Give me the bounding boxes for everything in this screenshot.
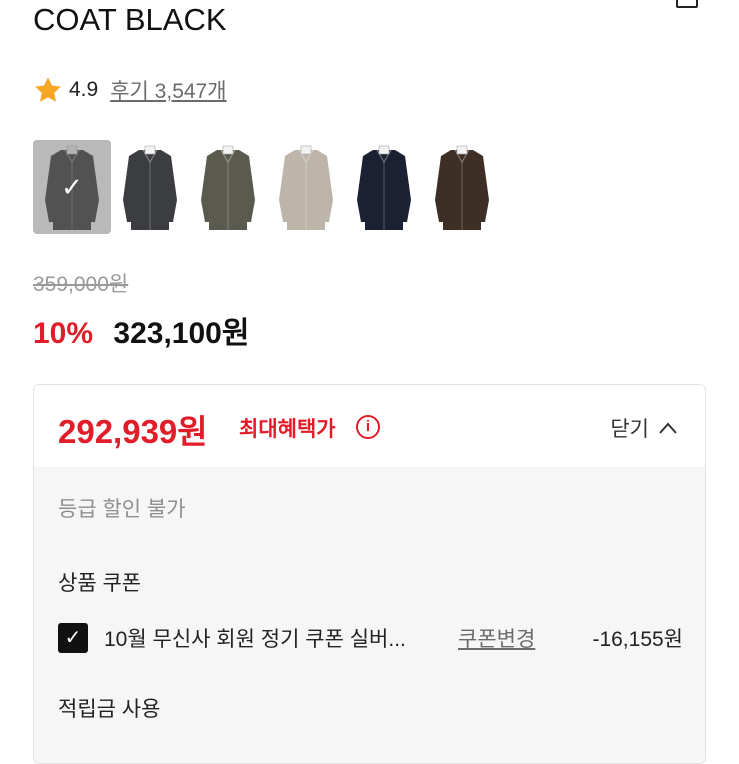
coat-thumbnail [357, 145, 411, 230]
coupon-amount: -16,155원 [592, 628, 683, 651]
sale-price: 323,100원 [113, 317, 250, 350]
benefit-panel: 292,939원 최대혜택가 i 닫기 등급 할인 불가 상품 쿠폰 ✓ 10월… [33, 384, 706, 764]
discount-rate: 10% [33, 317, 94, 350]
coupon-row: ✓ 10월 무신사 회원 정기 쿠폰 실버... 쿠폰변경 -16,155원 [58, 621, 683, 655]
coupon-checkbox[interactable]: ✓ [58, 623, 88, 653]
benefit-body: 등급 할인 불가 상품 쿠폰 ✓ 10월 무신사 회원 정기 쿠폰 실버... … [34, 467, 705, 763]
color-swatch-list: ✓ [33, 140, 501, 234]
product-title: COAT BLACK [33, 2, 227, 37]
color-swatch[interactable] [267, 140, 345, 234]
color-swatch[interactable] [423, 140, 501, 234]
chevron-up-icon [659, 422, 677, 434]
color-swatch[interactable] [111, 140, 189, 234]
rating-value: 4.9 [69, 78, 99, 101]
change-coupon-link[interactable]: 쿠폰변경 [458, 623, 535, 653]
points-heading: 적립금 사용 [58, 698, 161, 721]
color-swatch[interactable] [345, 140, 423, 234]
color-swatch[interactable] [189, 140, 267, 234]
original-price: 359,000원 [33, 273, 129, 296]
coupon-name: 10월 무신사 회원 정기 쿠폰 실버... [104, 628, 406, 651]
best-price-label: 최대혜택가 [239, 418, 336, 441]
check-icon: ✓ [61, 172, 83, 202]
check-icon: ✓ [64, 627, 82, 649]
coupon-heading: 상품 쿠폰 [58, 572, 142, 595]
color-swatch[interactable]: ✓ [33, 140, 111, 234]
price-row: 10% 323,100원 [33, 308, 249, 352]
info-icon[interactable]: i [356, 415, 380, 439]
share-icon[interactable] [676, 0, 698, 8]
collapse-label: 닫기 [610, 418, 649, 441]
star-icon [35, 77, 61, 102]
reviews-link[interactable]: 후기 3,547개 [110, 75, 226, 105]
collapse-button[interactable]: 닫기 [610, 413, 677, 443]
benefit-header: 292,939원 최대혜택가 i 닫기 [34, 385, 705, 467]
coat-thumbnail [123, 145, 177, 230]
selected-overlay: ✓ [33, 140, 111, 234]
grade-discount-note: 등급 할인 불가 [58, 498, 186, 521]
best-price: 292,939원 [58, 413, 208, 450]
rating-row: 4.9 후기 3,547개 [33, 74, 227, 106]
coat-thumbnail [201, 145, 255, 230]
coat-thumbnail [435, 145, 489, 230]
coat-thumbnail [279, 145, 333, 230]
